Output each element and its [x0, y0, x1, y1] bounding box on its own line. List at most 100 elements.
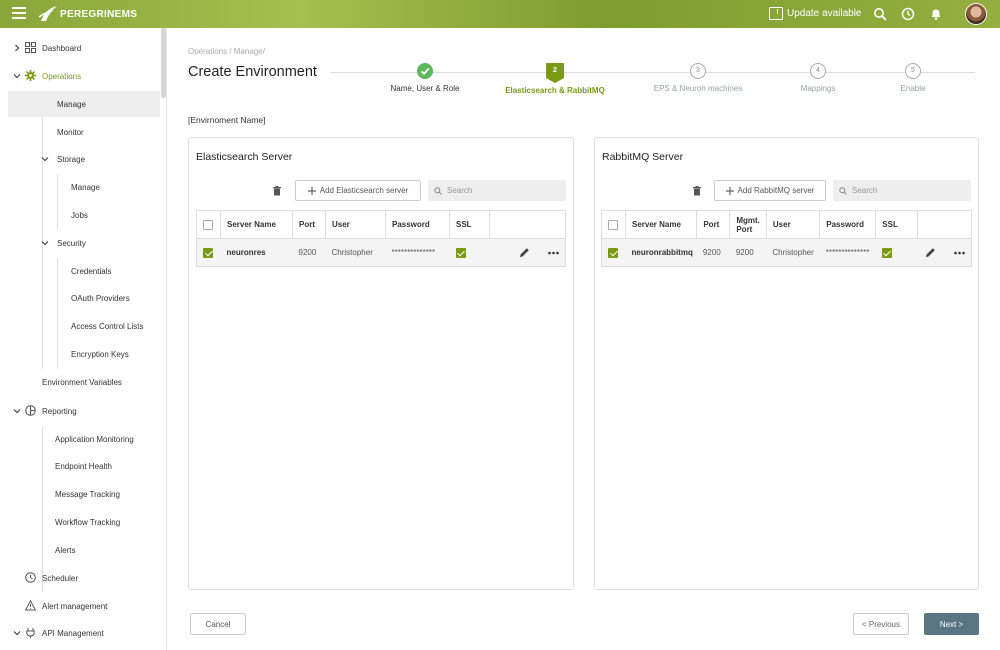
- top-bar: PEREGRINEMS Update available: [0, 0, 1000, 28]
- button-label: Add RabbitMQ server: [737, 186, 815, 195]
- column-header[interactable]: Password: [385, 210, 450, 239]
- sidebar-item-operations[interactable]: Operations: [0, 63, 160, 89]
- step-label: Elasticsearch & RabbitMQ: [505, 86, 605, 95]
- search-input[interactable]: [447, 186, 547, 195]
- step-number: 2: [546, 63, 564, 83]
- column-header[interactable]: Port: [292, 210, 326, 239]
- breadcrumb[interactable]: Operations / Manage/: [188, 47, 265, 56]
- sidebar-item-label: Application Monitoring: [55, 434, 134, 444]
- sidebar-item-label: Scheduler: [42, 573, 79, 583]
- sidebar-item-storage[interactable]: Storage: [0, 146, 160, 172]
- column-header[interactable]: User: [766, 210, 821, 239]
- trash-icon[interactable]: [272, 186, 282, 196]
- row-checkbox[interactable]: [203, 247, 213, 258]
- sidebar-item-label: Access Control Lists: [71, 321, 144, 331]
- user-avatar[interactable]: [965, 3, 987, 25]
- sidebar-item-access-control-lists[interactable]: Access Control Lists: [0, 313, 160, 339]
- sidebar-item-api-management[interactable]: API Management: [0, 620, 160, 646]
- step-5[interactable]: 5 Enable: [888, 63, 938, 93]
- step-3[interactable]: 3 EPS & Neuron machines: [648, 63, 748, 93]
- row-select-cell: [601, 238, 626, 267]
- hamburger-menu-icon[interactable]: [12, 7, 26, 21]
- column-header[interactable]: Server Name: [625, 210, 698, 239]
- actions-header: [489, 210, 566, 239]
- search-icon[interactable]: [873, 7, 887, 21]
- chevron-down-icon: [13, 74, 21, 79]
- sidebar-item-application-monitoring[interactable]: Application Monitoring: [0, 426, 160, 452]
- clock-icon[interactable]: [901, 7, 915, 21]
- select-all-checkbox[interactable]: [608, 219, 618, 230]
- row-actions-cell: [917, 238, 972, 267]
- sidebar-item-label: Environment Variables: [42, 377, 122, 387]
- sidebar-item-alert-management[interactable]: Alert management: [0, 593, 160, 619]
- password-cell: **************: [819, 238, 876, 267]
- column-header[interactable]: SSL: [875, 210, 919, 239]
- sidebar-scrollbar[interactable]: [161, 28, 166, 98]
- update-available-button[interactable]: Update available: [769, 7, 862, 20]
- panel-title: RabbitMQ Server: [602, 151, 684, 163]
- row-select-cell: [196, 238, 221, 267]
- sidebar-item-environment-variables[interactable]: Environment Variables: [0, 369, 160, 395]
- row-checkbox[interactable]: [608, 247, 618, 258]
- step-2[interactable]: 2 Elasticsearch & RabbitMQ: [500, 63, 610, 95]
- step-4[interactable]: 4 Mappings: [788, 63, 848, 93]
- sidebar-item-manage[interactable]: Manage: [8, 91, 160, 117]
- trash-icon[interactable]: [692, 186, 702, 196]
- sidebar-item-endpoint-health[interactable]: Endpoint Health: [0, 453, 160, 479]
- column-header[interactable]: SSL: [449, 210, 490, 239]
- column-header[interactable]: Password: [819, 210, 877, 239]
- brand-name: PEREGRINEMS: [60, 8, 138, 20]
- sidebar-item-encryption-keys[interactable]: Encryption Keys: [0, 341, 160, 367]
- search-icon: [434, 186, 442, 195]
- column-header[interactable]: Mgmt. Port: [729, 210, 767, 239]
- sidebar-item-scheduler[interactable]: Scheduler: [0, 565, 160, 591]
- plus-icon: [725, 186, 734, 195]
- sidebar-item-reporting[interactable]: Reporting: [0, 398, 160, 424]
- sidebar: Dashboard Operations Manage Monitor Stor…: [0, 28, 167, 650]
- sidebar-item-credentials[interactable]: Credentials: [0, 258, 160, 284]
- column-header[interactable]: User: [325, 210, 386, 239]
- sidebar-item-label: OAuth Providers: [71, 293, 130, 303]
- add-elasticsearch-server-button[interactable]: Add Elasticsearch server: [295, 180, 421, 201]
- chevron-down-icon: [13, 409, 21, 414]
- more-icon[interactable]: [954, 251, 965, 255]
- step-number: 3: [690, 63, 706, 79]
- table-row[interactable]: neuronres 9200 Christopher *************…: [196, 238, 566, 267]
- sidebar-item-security[interactable]: Security: [0, 230, 160, 256]
- chevron-down-icon: [13, 631, 21, 636]
- ssl-checkbox[interactable]: [881, 247, 892, 258]
- button-label: Add Elasticsearch server: [319, 186, 409, 195]
- pencil-icon[interactable]: [519, 247, 530, 258]
- add-rabbitmq-server-button[interactable]: Add RabbitMQ server: [714, 180, 826, 201]
- sidebar-item-monitor[interactable]: Monitor: [0, 119, 160, 145]
- sidebar-item-alerts[interactable]: Alerts: [0, 537, 160, 563]
- sidebar-item-workflow-tracking[interactable]: Workflow Tracking: [0, 509, 160, 535]
- download-icon: [769, 7, 783, 20]
- column-header[interactable]: Server Name: [220, 210, 293, 239]
- dashboard-icon: [25, 42, 36, 53]
- bell-icon[interactable]: [929, 7, 943, 21]
- elasticsearch-search: [428, 180, 566, 201]
- elasticsearch-panel: Elasticsearch Server Add Elasticsearch s…: [188, 137, 574, 590]
- select-all-checkbox[interactable]: [203, 219, 213, 230]
- sidebar-item-oauth-providers[interactable]: OAuth Providers: [0, 285, 160, 311]
- chevron-right-icon: [15, 44, 20, 52]
- column-header[interactable]: Port: [696, 210, 731, 239]
- plug-icon: [26, 628, 35, 638]
- sidebar-item-storage-manage[interactable]: Manage: [0, 174, 160, 200]
- sidebar-item-label: API Management: [42, 628, 104, 638]
- previous-button[interactable]: < Previous: [853, 613, 909, 635]
- sidebar-item-label: Monitor: [57, 127, 84, 137]
- more-icon[interactable]: [548, 251, 559, 255]
- chevron-down-icon: [41, 241, 49, 246]
- sidebar-item-jobs[interactable]: Jobs: [0, 202, 160, 228]
- ssl-checkbox[interactable]: [455, 247, 466, 258]
- next-button[interactable]: Next >: [924, 613, 979, 635]
- cancel-button[interactable]: Cancel: [190, 613, 246, 635]
- sidebar-item-message-tracking[interactable]: Message Tracking: [0, 481, 160, 507]
- sidebar-item-dashboard[interactable]: Dashboard: [0, 35, 160, 61]
- search-input[interactable]: [852, 186, 952, 195]
- pencil-icon[interactable]: [925, 247, 936, 258]
- step-1[interactable]: Name, User & Role: [380, 63, 470, 93]
- table-row[interactable]: neuronrabbitmq 9200 9200 Christopher ***…: [601, 238, 972, 267]
